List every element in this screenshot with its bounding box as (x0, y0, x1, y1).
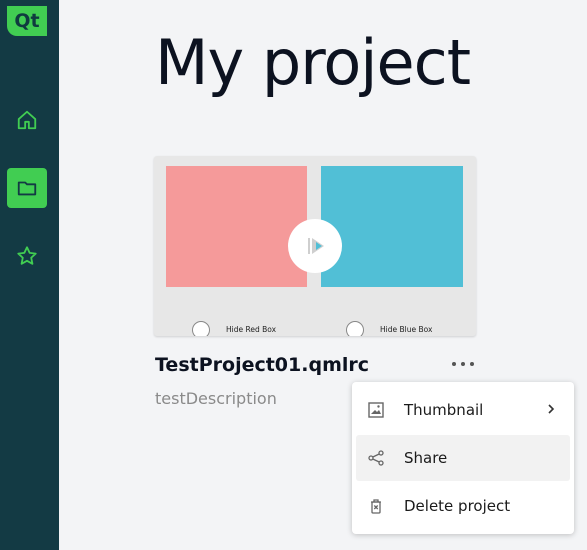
menu-item-delete-project[interactable]: Delete project (356, 483, 570, 529)
play-button[interactable] (288, 219, 342, 273)
share-icon (366, 448, 386, 468)
menu-item-label: Thumbnail (404, 401, 484, 419)
star-icon (17, 246, 37, 265)
red-box (166, 166, 307, 287)
play-icon (308, 238, 324, 254)
folder-icon (17, 181, 37, 196)
dot (470, 362, 474, 366)
trash-icon (366, 496, 386, 516)
toggle-circle (192, 321, 210, 336)
nav-favorites-button[interactable] (7, 236, 47, 276)
toggle-circle (346, 321, 364, 336)
blue-box (321, 166, 463, 287)
hide-blue-toggle[interactable]: Hide Blue Box (346, 321, 432, 336)
hide-red-toggle[interactable]: Hide Red Box (192, 321, 276, 336)
project-description: testDescription (155, 389, 277, 408)
menu-item-label: Delete project (404, 497, 511, 515)
project-context-menu: Thumbnail Share Delete project (352, 382, 574, 534)
project-name[interactable]: TestProject01.qmlrc (155, 354, 369, 376)
sidebar: Qt (0, 0, 59, 550)
chevron-right-icon (548, 404, 555, 414)
image-icon (366, 400, 386, 420)
nav-projects-button[interactable] (7, 168, 47, 208)
more-options-button[interactable] (452, 357, 474, 371)
toggle-label: Hide Blue Box (380, 325, 433, 334)
menu-item-label: Share (404, 449, 448, 467)
dot (461, 362, 465, 366)
menu-item-thumbnail[interactable]: Thumbnail (356, 387, 570, 433)
dot (452, 362, 456, 366)
nav-home-button[interactable] (7, 100, 47, 140)
page-title: My project (155, 26, 471, 99)
qt-logo: Qt (7, 6, 47, 36)
menu-item-share[interactable]: Share (356, 435, 570, 481)
toggle-label: Hide Red Box (226, 325, 277, 334)
home-icon (17, 110, 37, 130)
project-thumbnail[interactable]: Hide Red Box Hide Blue Box (154, 156, 476, 336)
